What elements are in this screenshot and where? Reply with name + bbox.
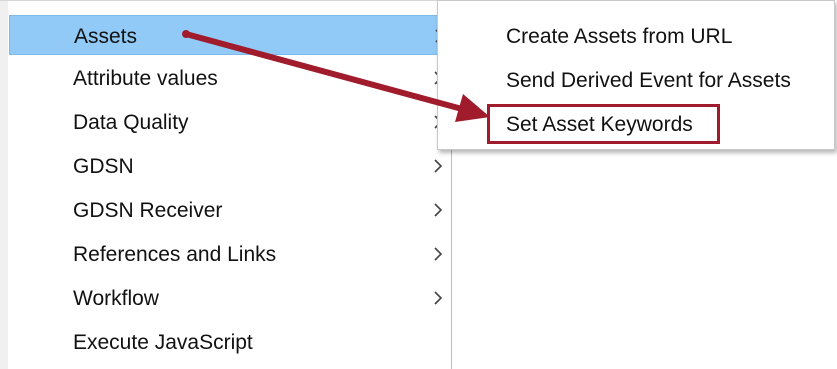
- screenshot-stage: Assets Attribute values Data Quality GDS…: [0, 0, 837, 369]
- chevron-right-icon: [434, 247, 443, 261]
- menu-item-gdsn[interactable]: GDSN: [9, 146, 449, 186]
- menu-item-label: Workflow: [73, 287, 159, 310]
- menu-item-label: Assets: [74, 25, 138, 48]
- menu-item-label: GDSN: [73, 155, 134, 178]
- assets-submenu: Create Assets from URL Send Derived Even…: [437, 0, 835, 150]
- submenu-item-label: Create Assets from URL: [506, 25, 733, 48]
- menu-item-attribute-values[interactable]: Attribute values: [9, 58, 449, 98]
- chevron-right-icon: [434, 159, 443, 173]
- menu-item-references-and-links[interactable]: References and Links: [9, 234, 449, 274]
- submenu-item-label: Send Derived Event for Assets: [506, 69, 791, 92]
- menu-gutter: [0, 1, 8, 369]
- menu-item-assets[interactable]: Assets: [9, 15, 449, 55]
- chevron-right-icon: [434, 291, 443, 305]
- menu-item-workflow[interactable]: Workflow: [9, 278, 449, 318]
- menu-item-data-quality[interactable]: Data Quality: [9, 102, 449, 142]
- menu-item-label: References and Links: [73, 243, 277, 266]
- submenu-item-send-derived-event[interactable]: Send Derived Event for Assets: [438, 60, 834, 100]
- chevron-right-icon: [434, 203, 443, 217]
- submenu-item-create-assets-from-url[interactable]: Create Assets from URL: [438, 16, 834, 56]
- menu-item-label: Data Quality: [73, 111, 189, 134]
- menu-item-execute-javascript[interactable]: Execute JavaScript: [9, 322, 449, 362]
- callout-highlight-box: [487, 104, 720, 144]
- context-menu: Assets Attribute values Data Quality GDS…: [0, 0, 452, 369]
- menu-item-gdsn-receiver[interactable]: GDSN Receiver: [9, 190, 449, 230]
- menu-item-label: Attribute values: [73, 67, 218, 90]
- menu-item-label: Execute JavaScript: [73, 331, 253, 354]
- menu-item-label: GDSN Receiver: [73, 199, 223, 222]
